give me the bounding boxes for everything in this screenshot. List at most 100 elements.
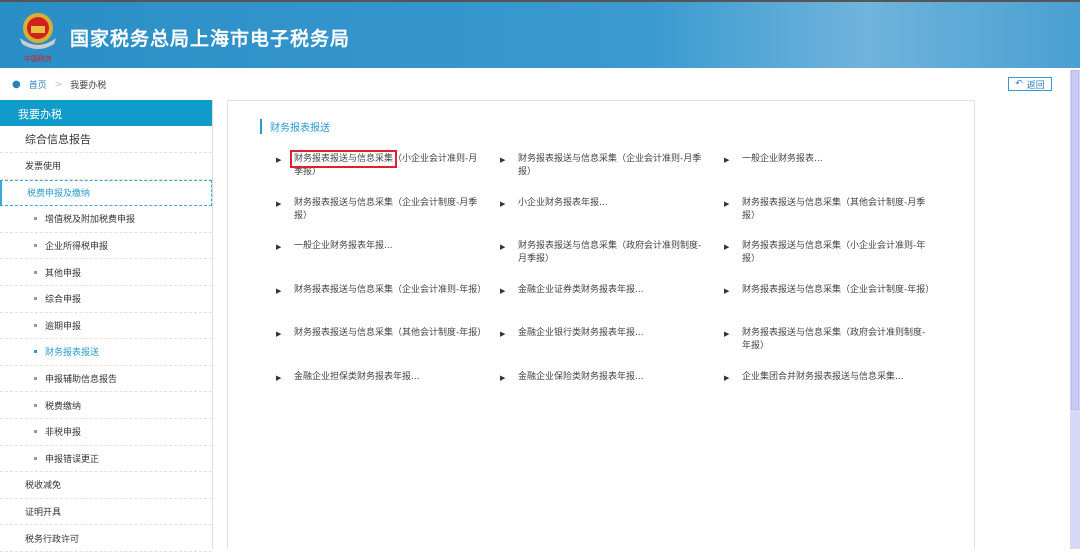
- sidebar-item-info-report[interactable]: 综合信息报告: [0, 126, 212, 153]
- triangle-right-icon: ▶: [500, 373, 506, 382]
- subitem-label: 财务报表报送: [45, 348, 100, 359]
- report-link[interactable]: ▶ 财务报表报送与信息采集（政府会计准则制度-年报）: [724, 327, 948, 371]
- report-link-grid: ▶ 财务报表报送与信息采集（小企业会计准则-月季报） ▶ 财务报表报送与信息采集（企业…: [276, 150, 948, 415]
- sidebar-item-tax-filing[interactable]: 税费申报及缴纳: [0, 179, 212, 207]
- report-link[interactable]: ▶ 财务报表报送与信息采集（小企业会计准则-年报）: [724, 240, 948, 284]
- report-link-text[interactable]: 企业集团合并财务报表报送与信息采集...: [742, 371, 932, 384]
- report-link[interactable]: ▶ 小企业财务报表年报...: [500, 197, 724, 241]
- sidebar-item-invoice[interactable]: 发票使用: [0, 153, 212, 180]
- report-link-text[interactable]: 财务报表报送与信息采集（企业会计准则-年报）: [294, 284, 487, 297]
- link-text-part1: 一般企业财务报表...: [742, 154, 823, 164]
- triangle-right-icon: ▶: [724, 156, 730, 164]
- sidebar-item-certificate[interactable]: 证明开具: [0, 499, 212, 526]
- sidebar-subitem[interactable]: 增值税及附加税费申报: [0, 206, 212, 233]
- link-text-part1: 一般企业财务报表年报...: [294, 241, 393, 251]
- report-link-text[interactable]: 财务报表报送与信息采集（小企业会计准则-年报）: [742, 240, 932, 266]
- triangle-right-icon: ▶: [500, 243, 506, 251]
- bullet-icon: [34, 323, 37, 327]
- report-link-text[interactable]: 财务报表报送与信息采集（企业会计制度-年报）: [742, 284, 934, 297]
- report-link[interactable]: ▶ 一般企业财务报表年报...: [276, 240, 500, 284]
- link-text-part1: 财务报表报送与信息采集（企业会计准则-月季报）: [518, 154, 702, 177]
- sidebar-subitem[interactable]: 企业所得税申报: [0, 233, 212, 260]
- report-link-text[interactable]: 小企业财务报表年报...: [518, 197, 708, 210]
- triangle-right-icon: ▶: [724, 330, 730, 338]
- bullet-icon: [34, 350, 37, 354]
- link-text-part1: 财务报表报送与信息采集（企业会计制度-月季报）: [294, 197, 478, 221]
- report-link[interactable]: ▶ 财务报表报送与信息采集（其他会计制度-月季报）: [724, 197, 948, 241]
- subitem-label: 申报错误更正: [45, 454, 100, 465]
- sidebar-subitem[interactable]: 税费缴纳: [0, 392, 212, 419]
- triangle-right-icon: ▶: [500, 156, 506, 164]
- report-link[interactable]: ▶ 财务报表报送与信息采集（企业会计制度-月季报）: [276, 197, 500, 241]
- subitem-label: 税费缴纳: [45, 401, 82, 412]
- link-text-part1: 财务报表报送与信息采集（政府会计准则制度-年报）: [742, 328, 926, 351]
- content-panel: 财务报表报送 ▶ 财务报表报送与信息采集（小企业会计准则-月季报） ▶ 财务报表报送与…: [227, 100, 975, 549]
- chevron-right-icon: >: [54, 79, 63, 90]
- report-link-text[interactable]: 金融企业担保类财务报表年报...: [294, 371, 484, 384]
- sidebar-item-tax-relief[interactable]: 税收减免: [0, 472, 212, 499]
- report-link[interactable]: ▶ 财务报表报送与信息采集（企业会计准则-年报）: [276, 284, 500, 328]
- report-link[interactable]: ▶ 财务报表报送与信息采集（小企业会计准则-月季报）: [276, 150, 500, 197]
- link-text-part1: 企业集团合并财务报表报送与信息采集...: [742, 371, 904, 382]
- sidebar-subitem[interactable]: 非税申报: [0, 419, 212, 446]
- report-link-text[interactable]: 金融企业证券类财务报表年报...: [518, 284, 708, 297]
- bullet-icon: [34, 297, 37, 301]
- panel-title: 财务报表报送: [260, 119, 330, 134]
- report-link-text[interactable]: 一般企业财务报表...: [742, 153, 932, 166]
- subitem-label: 逾期申报: [45, 321, 82, 332]
- sidebar-subitem[interactable]: 逾期申报: [0, 313, 212, 340]
- report-link[interactable]: ▶ 金融企业证券类财务报表年报...: [500, 284, 724, 328]
- link-text-part1: 小企业财务报表年报...: [518, 197, 608, 208]
- subitem-label: 增值税及附加税费申报: [45, 215, 136, 226]
- report-link[interactable]: ▶ 金融企业银行类财务报表年报...: [500, 327, 724, 371]
- report-link-text[interactable]: 财务报表报送与信息采集（政府会计准则制度-月季报）: [518, 240, 708, 266]
- report-link[interactable]: ▶ 财务报表报送与信息采集（企业会计准则-月季报）: [500, 153, 724, 197]
- link-text-part1: 财务报表报送与信息采集（政府会计准则制度-月季报）: [518, 241, 702, 264]
- triangle-right-icon: ▶: [276, 373, 282, 382]
- bullet-icon: [34, 403, 37, 407]
- link-text-part1: 财务报表报送与信息采集（企业会计准则-年报）: [294, 284, 487, 295]
- report-link-text[interactable]: 财务报表报送与信息采集（企业会计准则-月季报）: [518, 153, 708, 179]
- report-link[interactable]: ▶ 财务报表报送与信息采集（政府会计准则制度-月季报）: [500, 240, 724, 284]
- triangle-right-icon: ▶: [724, 286, 730, 295]
- back-button[interactable]: ↶ 返回: [1008, 77, 1052, 91]
- report-link[interactable]: ▶ 金融企业担保类财务报表年报...: [276, 371, 500, 415]
- bullet-icon: [34, 244, 37, 248]
- report-link-text[interactable]: 金融企业保险类财务报表年报...: [518, 371, 708, 384]
- return-arrow-icon: ↶: [1015, 79, 1023, 89]
- svg-text:中国税务: 中国税务: [24, 54, 52, 63]
- report-link[interactable]: ▶ 财务报表报送与信息采集（其他会计制度-年报）: [276, 327, 500, 371]
- bullet-icon: [34, 377, 37, 381]
- subitem-label: 其他申报: [45, 268, 82, 279]
- report-link-text[interactable]: 一般企业财务报表年报...: [294, 240, 484, 253]
- bullet-icon: [34, 270, 37, 274]
- sidebar: 我要办税 综合信息报告 发票使用 税费申报及缴纳 增值税及附加税费申报企业所得税…: [0, 100, 213, 552]
- report-link[interactable]: ▶ 金融企业保险类财务报表年报...: [500, 371, 724, 415]
- report-link-text[interactable]: 财务报表报送与信息采集（小企业会计准则-月季报）: [289, 150, 484, 179]
- report-link-text[interactable]: 财务报表报送与信息采集（其他会计制度-月季报）: [742, 197, 932, 223]
- report-link[interactable]: ▶ 一般企业财务报表...: [724, 153, 948, 197]
- sidebar-subitem[interactable]: 财务报表报送: [0, 339, 212, 366]
- report-link[interactable]: ▶ 财务报表报送与信息采集（企业会计制度-年报）: [724, 284, 948, 328]
- sidebar-subitem[interactable]: 其他申报: [0, 259, 212, 286]
- report-link-text[interactable]: 金融企业银行类财务报表年报...: [518, 327, 708, 340]
- sidebar-subitem[interactable]: 申报辅助信息报告: [0, 366, 212, 393]
- sidebar-header[interactable]: 我要办税: [0, 100, 212, 126]
- scrollbar-thumb[interactable]: [1071, 70, 1079, 410]
- report-link-text[interactable]: 财务报表报送与信息采集（企业会计制度-月季报）: [294, 197, 484, 223]
- link-text-part1: 金融企业证券类财务报表年报...: [518, 284, 644, 295]
- report-link-text[interactable]: 财务报表报送与信息采集（其他会计制度-年报）: [294, 327, 487, 340]
- link-text-part1: 金融企业担保类财务报表年报...: [294, 371, 420, 382]
- sidebar-subitem[interactable]: 申报错误更正: [0, 446, 212, 473]
- scrollbar[interactable]: [1070, 70, 1080, 549]
- report-link-text[interactable]: 财务报表报送与信息采集（政府会计准则制度-年报）: [742, 327, 932, 353]
- link-text-part1: 财务报表报送与信息采集（其他会计制度-月季报）: [742, 197, 926, 221]
- breadcrumb-home[interactable]: 首页: [29, 78, 47, 91]
- triangle-right-icon: ▶: [276, 156, 282, 164]
- sidebar-item-admin-license[interactable]: 税务行政许可: [0, 525, 212, 552]
- report-link[interactable]: ▶ 企业集团合并财务报表报送与信息采集...: [724, 371, 948, 415]
- link-text-part1: 财务报表报送与信息采集（其他会计制度-年报）: [294, 328, 487, 338]
- triangle-right-icon: ▶: [500, 330, 506, 338]
- sidebar-subitem[interactable]: 综合申报: [0, 286, 212, 313]
- bullet-icon: [34, 217, 37, 221]
